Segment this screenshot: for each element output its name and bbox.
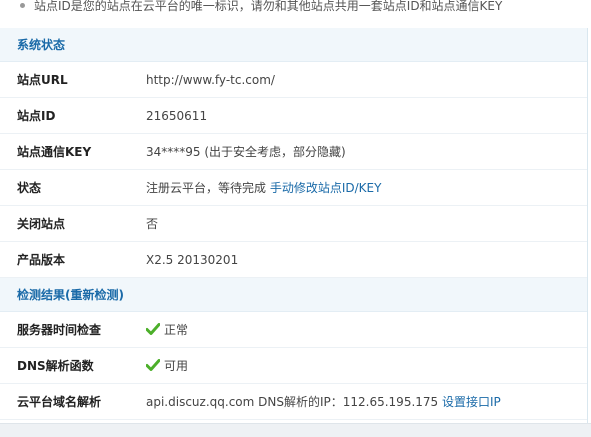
section-system-status: 系统状态	[0, 28, 587, 62]
check-icon	[146, 323, 160, 335]
site-id-tip: 站点ID是您的站点在云平台的唯一标识，请勿和其他站点共用一套站点ID和站点通信K…	[0, 0, 591, 24]
check-icon	[146, 359, 160, 371]
value-server-time: 正常	[146, 312, 188, 348]
value-status: 注册云平台，等待完成 手动修改站点ID/KEY	[146, 170, 381, 206]
cloud-domain-text: api.discuz.qq.com DNS解析的IP：112.65.195.17…	[146, 395, 442, 409]
row-site-url: 站点URL http://www.fy-tc.com/	[0, 62, 587, 98]
label-site-key: 站点通信KEY	[17, 145, 92, 159]
row-site-key: 站点通信KEY 34****95 (出于安全考虑，部分隐藏)	[0, 134, 587, 170]
value-site-key: 34****95 (出于安全考虑，部分隐藏)	[146, 145, 346, 159]
label-product-version: 产品版本	[17, 253, 66, 267]
dns-function-status: 可用	[164, 359, 189, 373]
row-close-site: 关闭站点 否	[0, 206, 587, 242]
value-product-version: X2.5 20130201	[146, 253, 239, 267]
status-panel: 系统状态 站点URL http://www.fy-tc.com/ 站点ID 21…	[0, 28, 588, 423]
row-dns-function: DNS解析函数 可用	[0, 348, 587, 384]
value-site-url: http://www.fy-tc.com/	[146, 73, 275, 87]
section-check-results[interactable]: 检测结果(重新检测)	[0, 278, 587, 312]
row-cloud-domain: 云平台域名解析 api.discuz.qq.com DNS解析的IP：112.6…	[0, 384, 587, 420]
value-cloud-domain: api.discuz.qq.com DNS解析的IP：112.65.195.17…	[146, 384, 501, 420]
value-site-id: 21650611	[146, 109, 208, 123]
label-site-id: 站点ID	[17, 109, 56, 123]
value-close-site: 否	[146, 217, 159, 231]
status-text: 注册云平台，等待完成	[146, 181, 270, 195]
label-status: 状态	[17, 181, 42, 195]
set-api-ip-link[interactable]: 设置接口IP	[442, 395, 501, 409]
row-site-id: 站点ID 21650611	[0, 98, 587, 134]
label-site-url: 站点URL	[17, 73, 68, 87]
label-dns-function: DNS解析函数	[17, 359, 94, 373]
label-server-time: 服务器时间检查	[17, 323, 102, 337]
tip-text: 站点ID是您的站点在云平台的唯一标识，请勿和其他站点共用一套站点ID和站点通信K…	[34, 0, 503, 13]
edit-site-id-key-link[interactable]: 手动修改站点ID/KEY	[270, 181, 382, 195]
cloud-status-page: 站点ID是您的站点在云平台的唯一标识，请勿和其他站点共用一套站点ID和站点通信K…	[0, 0, 591, 437]
row-product-version: 产品版本 X2.5 20130201	[0, 242, 587, 278]
label-close-site: 关闭站点	[17, 217, 66, 231]
value-dns-function: 可用	[146, 348, 188, 384]
server-time-status: 正常	[164, 323, 189, 337]
bullet-icon	[20, 3, 25, 8]
label-cloud-domain: 云平台域名解析	[17, 395, 102, 409]
bottom-scroll-bar	[0, 423, 591, 437]
row-server-time: 服务器时间检查 正常	[0, 312, 587, 348]
row-status: 状态 注册云平台，等待完成 手动修改站点ID/KEY	[0, 170, 587, 206]
